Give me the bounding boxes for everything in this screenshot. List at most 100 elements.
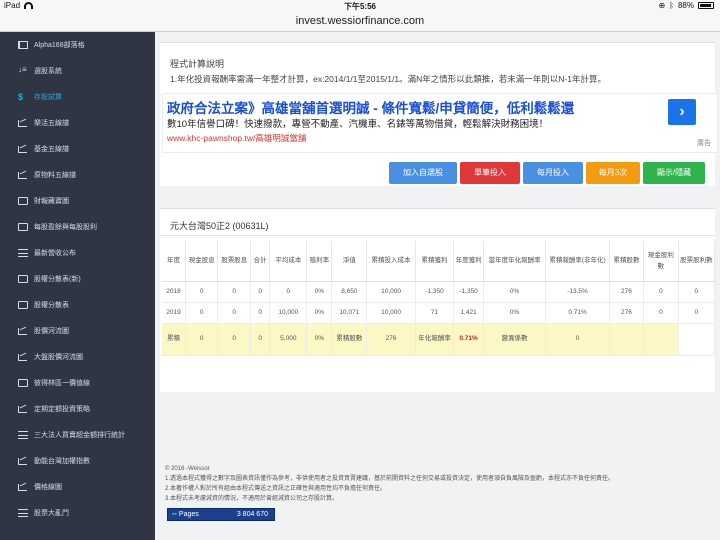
ad-title[interactable]: 政府合法立案》高雄當舖首選明誠 - 條件寬鬆/申貸簡便，低利鬆鬆還 (167, 97, 574, 117)
table-cell: 0 (185, 281, 219, 303)
sidebar-item[interactable]: 股價河流圖 (0, 318, 155, 344)
sidebar-item[interactable]: 定期定額投資策略 (0, 396, 155, 422)
sidebar-item-label: 定期定額投資策略 (34, 406, 90, 413)
sidebar-item[interactable]: 原物料五線譜 (0, 162, 155, 188)
sidebar-item[interactable]: $ 存股試算 (0, 84, 155, 110)
status-bar: iPad 下午5:56 ⊕ ᛒ 88% (0, 0, 720, 12)
sidebar-item-label: 大盤股價河流圖 (34, 354, 83, 361)
table-cell: 0 (217, 302, 251, 324)
table-cell: 0 (250, 281, 271, 303)
info-text: 1.年化投資報酬率需滿一年整才計算，ex:2014/1/1至2015/1/1。滿… (170, 74, 606, 84)
chart-icon (18, 327, 28, 335)
sidebar-item[interactable]: 股權分散表(新) (0, 266, 155, 292)
sidebar-item[interactable]: 股權分散表 (0, 292, 155, 318)
sidebar-item-label: 最新營收公布 (34, 250, 76, 257)
sort-icon (18, 65, 28, 75)
table-cell: 0 (643, 281, 679, 303)
table-cell: 1,421 (453, 302, 484, 324)
folder-icon (18, 301, 28, 309)
summary-cell: 變異係數 (483, 323, 547, 356)
summary-cell: 累積 (162, 323, 186, 356)
sidebar-item[interactable]: 動能台灣加權指數 (0, 448, 155, 474)
sidebar-item-label: 三大法人買賣超金額排行統計 (34, 432, 125, 439)
sidebar-item[interactable]: 財報藏寶圖 (0, 188, 155, 214)
page-counter[interactable]: ▪▪ Pages 3 804 670 (167, 508, 275, 521)
column-header: 年度獲利 (453, 241, 484, 282)
sidebar-item[interactable]: 價格線圖 (0, 474, 155, 500)
sidebar-item[interactable]: 樂活五線譜 (0, 110, 155, 136)
sidebar-item-label: 價格線圖 (34, 484, 62, 491)
summary-cell: 0% (306, 323, 333, 356)
single-invest-button[interactable]: 單筆投入 (460, 162, 520, 184)
main-content: 程式計算說明 1.年化投資報酬率需滿一年整才計算，ex:2014/1/1至201… (155, 32, 720, 540)
sidebar-item[interactable]: Alpha168部落格 (0, 32, 155, 58)
bluetooth-icon: ᛒ (669, 1, 674, 10)
summary-cell: 年化報酬率 (415, 323, 455, 356)
toggle-display-button[interactable]: 顯示/隱藏 (643, 162, 705, 184)
summary-cell: 0.71% (453, 323, 484, 356)
sidebar-item[interactable]: 大盤股價河流圖 (0, 344, 155, 370)
sidebar-item-label: 動能台灣加權指數 (34, 458, 90, 465)
sidebar-item[interactable]: 每股盈餘與每股股利 (0, 214, 155, 240)
table-cell: 2019 (162, 302, 186, 324)
folder-icon (18, 197, 28, 205)
column-header: 累積股數 (609, 241, 645, 282)
table-cell: 10,000 (269, 302, 308, 324)
column-header: 累積獲利 (415, 241, 455, 282)
clock: 下午5:56 (343, 2, 376, 11)
column-header: 年度 (162, 241, 186, 282)
sidebar-item[interactable]: 選股系統 (0, 58, 155, 84)
column-header: 股票股息 (217, 241, 251, 282)
summary-cell (609, 323, 645, 356)
stock-title: 元大台灣50正2 (00631L) (170, 221, 269, 231)
result-table: 年度 現金股息 股票股息 合計 平均成本 殖利率 淨值 累積投入成本 累積獲利 年度獲利 當年度年化… (162, 241, 716, 356)
sidebar-item-label: 基金五線譜 (34, 146, 69, 153)
monthly-invest-button[interactable]: 每月投入 (523, 162, 583, 184)
table-cell: 10,071 (331, 302, 368, 324)
ad-url[interactable]: www.khc-pawnshop.tw/高雄明誠當舖 (167, 132, 306, 144)
battery-percent: 88% (677, 1, 694, 10)
table-row: 2018 0 0 0 0 0% 8,650 10,000 -1,350 -1,350 0% -13.5… (162, 281, 716, 303)
table-row: 2019 0 0 0 10,000 0% 10,071 10,000 71 1,421 0% 0.71… (162, 302, 716, 324)
column-header: 當年度年化報酬率 (483, 241, 547, 282)
address-bar[interactable]: invest.wessiorfinance.com (0, 12, 720, 32)
summary-cell: 0 (545, 323, 610, 356)
column-header: 股票股利數 (678, 241, 716, 282)
sidebar-item-label: 存股試算 (34, 94, 62, 101)
sidebar-item-label: 樂活五線譜 (34, 120, 69, 127)
column-header: 合計 (250, 241, 271, 282)
book-icon (18, 41, 28, 49)
sidebar-item-label: 財報藏寶圖 (34, 198, 69, 205)
monthly-3x-button[interactable]: 每月3次 (586, 162, 640, 184)
add-watchlist-button[interactable]: 加入自選股 (389, 162, 457, 184)
summary-cell: 0 (217, 323, 251, 356)
battery-icon (698, 2, 714, 9)
table-cell: 0 (185, 302, 219, 324)
table-cell: 71 (415, 302, 455, 324)
footer: © 2016 -Weissor 1.透過本程式獲得之數字及圖表資訊僅作為參考，非… (165, 464, 715, 504)
column-header: 累積報酬率(非年化) (545, 241, 610, 282)
table-cell: 276 (609, 281, 645, 303)
sidebar-item[interactable]: 基金五線譜 (0, 136, 155, 162)
action-buttons: 加入自選股 單筆投入 每月投入 每月3次 顯示/隱藏 (160, 154, 715, 186)
list-icon (18, 431, 28, 439)
sidebar-item[interactable]: 股票大亂鬥 (0, 500, 155, 526)
ad-label: 廣告 (697, 140, 711, 147)
table-cell: 10,000 (366, 281, 416, 303)
sidebar-item-label: 彼得林區一價值線 (34, 380, 90, 387)
sidebar-item[interactable]: 最新營收公布 (0, 240, 155, 266)
table-cell: -13.5% (545, 281, 610, 303)
chart-icon (18, 457, 28, 465)
list-icon (18, 509, 28, 517)
ad-banner[interactable]: 政府合法立案》高雄當舖首選明誠 - 條件寬鬆/申貸簡便，低利鬆鬆還 數10年信譽… (162, 93, 718, 153)
sidebar-item[interactable]: 三大法人買賣超金額排行統計 (0, 422, 155, 448)
chevron-right-icon[interactable]: › (668, 99, 696, 125)
sidebar-item-label: Alpha168部落格 (34, 42, 85, 49)
column-header: 現金股息 (185, 241, 219, 282)
lock-rotation-icon: ⊕ (658, 1, 666, 10)
sidebar-item[interactable]: 彼得林區一價值線 (0, 370, 155, 396)
summary-cell (678, 323, 716, 356)
table-cell: 0 (250, 302, 271, 324)
table-cell: -1,350 (415, 281, 455, 303)
column-header: 殖利率 (306, 241, 333, 282)
